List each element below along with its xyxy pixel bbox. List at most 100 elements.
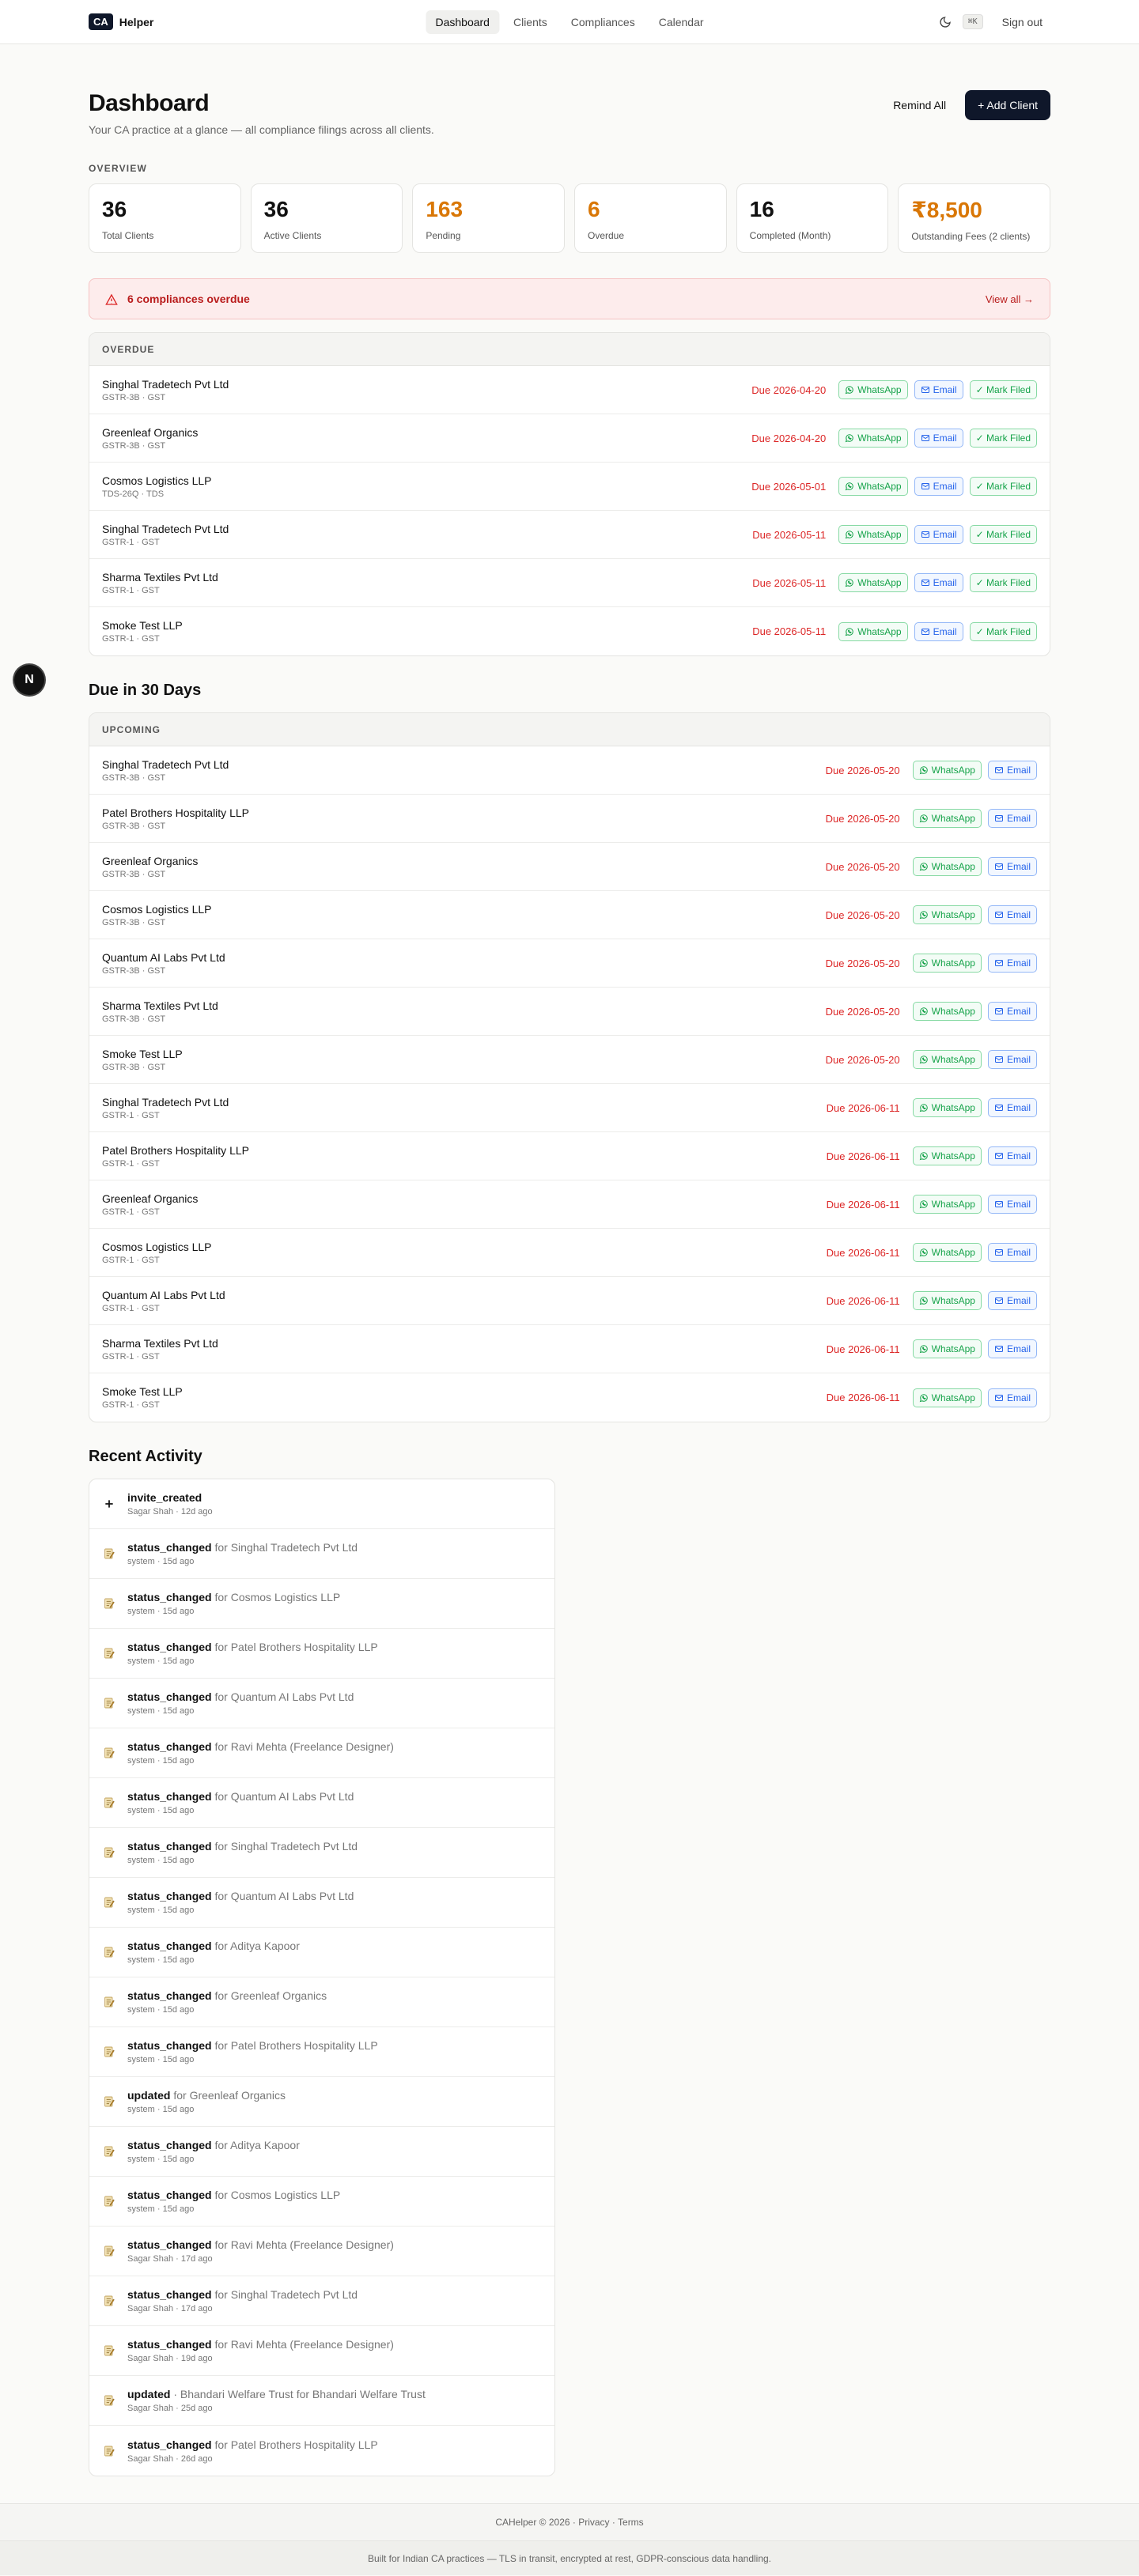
- email-button[interactable]: Email: [987, 1002, 1037, 1021]
- email-button[interactable]: Email: [987, 1388, 1037, 1407]
- compliance-row[interactable]: Greenleaf Organics GSTR-3B · GST Due 2026-…: [89, 414, 1050, 463]
- compliance-row[interactable]: Cosmos Logistics LLP GSTR-3B · GST Due 202…: [89, 891, 1050, 939]
- client-name[interactable]: Quantum AI Labs Pvt Ltd: [102, 1289, 827, 1301]
- client-name[interactable]: Singhal Tradetech Pvt Ltd: [102, 523, 752, 535]
- whatsapp-button[interactable]: WhatsApp: [912, 809, 982, 828]
- whatsapp-button[interactable]: WhatsApp: [912, 1291, 982, 1310]
- whatsapp-button[interactable]: WhatsApp: [838, 477, 908, 496]
- mark-filed-button[interactable]: ✓ Mark Filed: [969, 429, 1037, 448]
- compliance-row[interactable]: Sharma Textiles Pvt Ltd GSTR-1 · GST Due 2…: [89, 1325, 1050, 1373]
- compliance-row[interactable]: Smoke Test LLP GSTR-1 · GST Due 2026-05-11…: [89, 607, 1050, 655]
- email-button[interactable]: Email: [987, 905, 1037, 924]
- command-k-shortcut[interactable]: ⌘K: [962, 14, 983, 29]
- email-button[interactable]: Email: [914, 525, 963, 544]
- whatsapp-button[interactable]: WhatsApp: [838, 573, 908, 592]
- whatsapp-button[interactable]: WhatsApp: [912, 761, 982, 780]
- client-name[interactable]: Cosmos Logistics LLP: [102, 1241, 827, 1253]
- compliance-row[interactable]: Sharma Textiles Pvt Ltd GSTR-1 · GST Due 2…: [89, 559, 1050, 607]
- compliance-row[interactable]: Cosmos Logistics LLP GSTR-1 · GST Due 2026…: [89, 1229, 1050, 1277]
- client-name[interactable]: Greenleaf Organics: [102, 1192, 827, 1205]
- compliance-row[interactable]: Singhal Tradetech Pvt Ltd GSTR-1 · GST Due…: [89, 511, 1050, 559]
- email-button[interactable]: Email: [914, 477, 963, 496]
- brand[interactable]: CA Helper: [89, 13, 153, 30]
- client-name[interactable]: Singhal Tradetech Pvt Ltd: [102, 758, 826, 771]
- whatsapp-button[interactable]: WhatsApp: [912, 1098, 982, 1117]
- compliance-row[interactable]: Singhal Tradetech Pvt Ltd GSTR-3B · GST Du…: [89, 746, 1050, 795]
- email-button[interactable]: Email: [987, 1050, 1037, 1069]
- email-button[interactable]: Email: [987, 954, 1037, 973]
- compliance-row[interactable]: Sharma Textiles Pvt Ltd GSTR-3B · GST Due …: [89, 988, 1050, 1036]
- compliance-row[interactable]: Patel Brothers Hospitality LLP GSTR-1 · G…: [89, 1132, 1050, 1180]
- compliance-row[interactable]: Greenleaf Organics GSTR-1 · GST Due 2026-0…: [89, 1180, 1050, 1229]
- email-button[interactable]: Email: [987, 1146, 1037, 1165]
- email-button[interactable]: Email: [987, 1243, 1037, 1262]
- client-name[interactable]: Smoke Test LLP: [102, 1048, 826, 1060]
- whatsapp-button[interactable]: WhatsApp: [912, 954, 982, 973]
- stat-completed-month[interactable]: 16 Completed (Month): [736, 183, 889, 253]
- whatsapp-button[interactable]: WhatsApp: [912, 1339, 982, 1358]
- stat-outstanding-fees[interactable]: ₹8,500 Outstanding Fees (2 clients): [898, 183, 1050, 253]
- client-name[interactable]: Sharma Textiles Pvt Ltd: [102, 571, 752, 584]
- email-button[interactable]: Email: [914, 429, 963, 448]
- whatsapp-button[interactable]: WhatsApp: [838, 525, 908, 544]
- email-button[interactable]: Email: [987, 761, 1037, 780]
- email-button[interactable]: Email: [914, 573, 963, 592]
- compliance-row[interactable]: Cosmos Logistics LLP TDS-26Q · TDS Due 202…: [89, 463, 1050, 511]
- stat-active-clients[interactable]: 36 Active Clients: [250, 183, 403, 253]
- client-name[interactable]: Patel Brothers Hospitality LLP: [102, 806, 826, 819]
- client-name[interactable]: Cosmos Logistics LLP: [102, 474, 751, 487]
- email-button[interactable]: Email: [987, 1195, 1037, 1214]
- client-name[interactable]: Smoke Test LLP: [102, 1385, 827, 1398]
- sign-out-button[interactable]: Sign out: [994, 11, 1050, 33]
- email-button[interactable]: Email: [987, 1339, 1037, 1358]
- floating-n-badge[interactable]: N: [14, 665, 44, 695]
- client-name[interactable]: Sharma Textiles Pvt Ltd: [102, 999, 826, 1012]
- stat-total-clients[interactable]: 36 Total Clients: [89, 183, 241, 253]
- nav-calendar[interactable]: Calendar: [649, 10, 713, 34]
- client-name[interactable]: Singhal Tradetech Pvt Ltd: [102, 1096, 827, 1109]
- compliance-row[interactable]: Smoke Test LLP GSTR-3B · GST Due 2026-05-2…: [89, 1036, 1050, 1084]
- compliance-row[interactable]: Quantum AI Labs Pvt Ltd GSTR-3B · GST Due …: [89, 939, 1050, 988]
- whatsapp-button[interactable]: WhatsApp: [912, 1050, 982, 1069]
- terms-link[interactable]: Terms: [618, 2517, 644, 2528]
- whatsapp-button[interactable]: WhatsApp: [912, 1195, 982, 1214]
- email-button[interactable]: Email: [987, 1291, 1037, 1310]
- nav-dashboard[interactable]: Dashboard: [426, 9, 499, 34]
- client-name[interactable]: Sharma Textiles Pvt Ltd: [102, 1337, 827, 1350]
- client-name[interactable]: Cosmos Logistics LLP: [102, 903, 826, 916]
- compliance-row[interactable]: Quantum AI Labs Pvt Ltd GSTR-1 · GST Due 2…: [89, 1277, 1050, 1325]
- compliance-row[interactable]: Smoke Test LLP GSTR-1 · GST Due 2026-06-11…: [89, 1373, 1050, 1422]
- privacy-link[interactable]: Privacy: [578, 2517, 609, 2528]
- moon-icon[interactable]: [939, 15, 952, 28]
- whatsapp-button[interactable]: WhatsApp: [912, 857, 982, 876]
- whatsapp-button[interactable]: WhatsApp: [838, 429, 908, 448]
- mark-filed-button[interactable]: ✓ Mark Filed: [969, 380, 1037, 399]
- client-name[interactable]: Quantum AI Labs Pvt Ltd: [102, 951, 826, 964]
- stat-overdue[interactable]: 6 Overdue: [574, 183, 727, 253]
- mark-filed-button[interactable]: ✓ Mark Filed: [969, 525, 1037, 544]
- whatsapp-button[interactable]: WhatsApp: [838, 621, 908, 641]
- compliance-row[interactable]: Greenleaf Organics GSTR-3B · GST Due 2026-…: [89, 843, 1050, 891]
- compliance-row[interactable]: Patel Brothers Hospitality LLP GSTR-3B · …: [89, 795, 1050, 843]
- client-name[interactable]: Patel Brothers Hospitality LLP: [102, 1144, 827, 1157]
- whatsapp-button[interactable]: WhatsApp: [912, 905, 982, 924]
- remind-all-button[interactable]: Remind All: [884, 91, 955, 119]
- mark-filed-button[interactable]: ✓ Mark Filed: [969, 477, 1037, 496]
- view-all-link[interactable]: View all →: [986, 293, 1034, 305]
- client-name[interactable]: Greenleaf Organics: [102, 855, 826, 867]
- client-name[interactable]: Greenleaf Organics: [102, 426, 751, 439]
- email-button[interactable]: Email: [987, 809, 1037, 828]
- nav-clients[interactable]: Clients: [504, 10, 557, 34]
- whatsapp-button[interactable]: WhatsApp: [912, 1243, 982, 1262]
- whatsapp-button[interactable]: WhatsApp: [912, 1146, 982, 1165]
- client-name[interactable]: Smoke Test LLP: [102, 619, 752, 632]
- compliance-row[interactable]: Singhal Tradetech Pvt Ltd GSTR-1 · GST Due…: [89, 1084, 1050, 1132]
- stat-pending[interactable]: 163 Pending: [412, 183, 565, 253]
- email-button[interactable]: Email: [987, 857, 1037, 876]
- email-button[interactable]: Email: [987, 1098, 1037, 1117]
- compliance-row[interactable]: Singhal Tradetech Pvt Ltd GSTR-3B · GST Du…: [89, 366, 1050, 414]
- email-button[interactable]: Email: [914, 380, 963, 399]
- client-name[interactable]: Singhal Tradetech Pvt Ltd: [102, 378, 751, 391]
- whatsapp-button[interactable]: WhatsApp: [912, 1002, 982, 1021]
- mark-filed-button[interactable]: ✓ Mark Filed: [969, 621, 1037, 641]
